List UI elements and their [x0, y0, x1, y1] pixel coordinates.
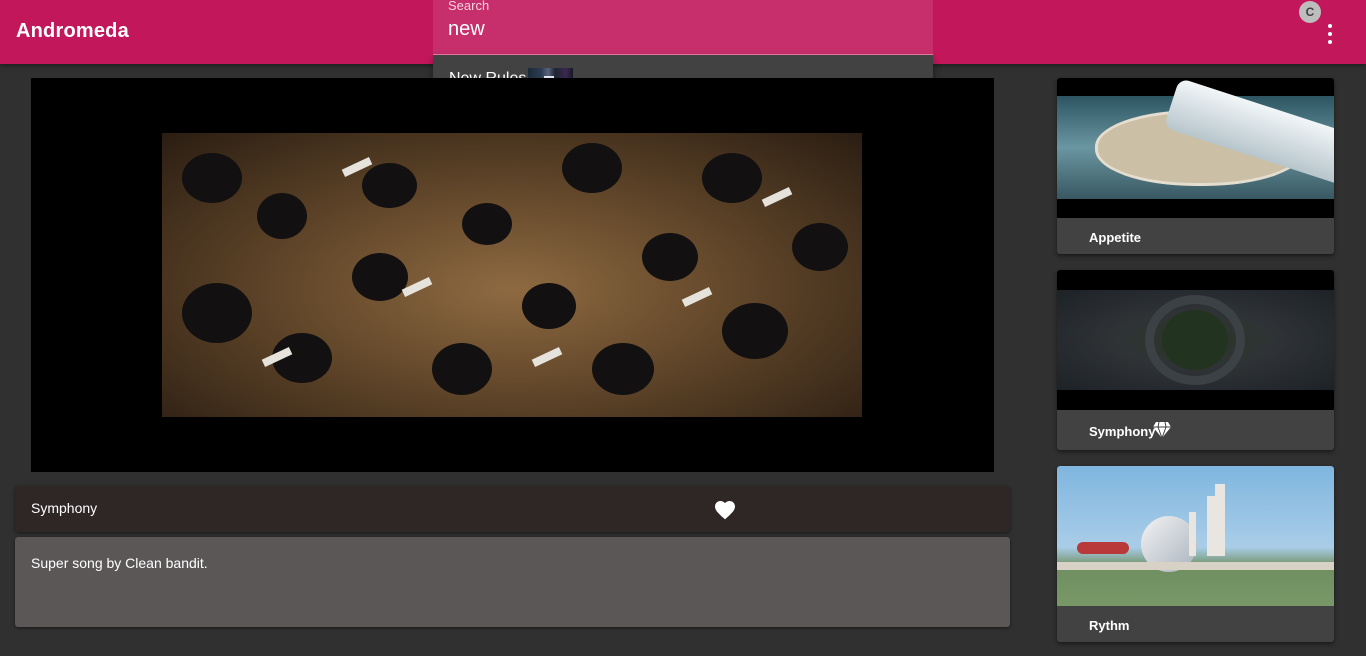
- scene-musician: [257, 193, 307, 239]
- more-menu-button[interactable]: [1314, 18, 1346, 50]
- more-vert-icon-dot: [1328, 32, 1332, 36]
- thumbnail-image: [1057, 78, 1334, 199]
- scene-fence: [1057, 562, 1334, 570]
- app-title[interactable]: Andromeda: [16, 20, 129, 43]
- scene-musician: [352, 253, 408, 301]
- video-description-card: Super song by Clean bandit.: [15, 537, 1010, 627]
- video-description: Super song by Clean bandit.: [31, 555, 208, 571]
- scene-roundabout-center: [1162, 310, 1228, 370]
- scene-tower: [1207, 496, 1215, 556]
- scene-music-stand: [681, 287, 713, 307]
- video-title: Symphony: [31, 500, 98, 516]
- video-thumbnail: [1057, 270, 1334, 410]
- scene-musician: [592, 343, 654, 395]
- search-label: Search: [448, 0, 490, 13]
- video-player[interactable]: [31, 78, 994, 472]
- scene-musician: [182, 153, 242, 203]
- thumbnail-image: [1057, 466, 1334, 606]
- related-video-card[interactable]: Rythm: [1057, 466, 1334, 642]
- related-video-card[interactable]: Appetite: [1057, 78, 1334, 254]
- favorite-button[interactable]: [713, 498, 737, 522]
- scene-music-stand: [761, 187, 793, 207]
- scene-musician: [642, 233, 698, 281]
- video-card-title: Symphony: [1089, 424, 1156, 439]
- search-input[interactable]: [448, 16, 918, 42]
- scene-musician: [702, 153, 762, 203]
- scene-musician: [522, 283, 576, 329]
- scene-tower: [1215, 484, 1225, 556]
- video-card-title: Appetite: [1089, 230, 1141, 245]
- search-field[interactable]: Search: [433, 0, 933, 55]
- diamond-icon-svg: [1153, 421, 1171, 440]
- video-thumbnail: [1057, 78, 1334, 218]
- scene-musician: [462, 203, 512, 245]
- scene-musician: [432, 343, 492, 395]
- video-title-bar: Symphony: [15, 486, 1010, 532]
- more-vert-icon-dot: [1328, 40, 1332, 44]
- video-thumbnail: [1057, 466, 1334, 606]
- scene-water-slide: [1077, 542, 1129, 554]
- scene-musician: [792, 223, 848, 271]
- scene-music-stand: [531, 347, 563, 367]
- video-card-title: Rythm: [1089, 618, 1130, 633]
- scene-musician: [182, 283, 252, 343]
- video-frame: [162, 133, 862, 417]
- scene-musician: [722, 303, 788, 359]
- scene-musician: [362, 163, 417, 208]
- related-video-card[interactable]: Symphony: [1057, 270, 1334, 450]
- diamond-icon: [1152, 421, 1172, 440]
- scene-musician: [562, 143, 622, 193]
- heart-icon: [715, 501, 735, 520]
- scene-tower: [1189, 512, 1196, 556]
- thumbnail-image: [1057, 290, 1334, 390]
- more-vert-icon: [1328, 24, 1332, 28]
